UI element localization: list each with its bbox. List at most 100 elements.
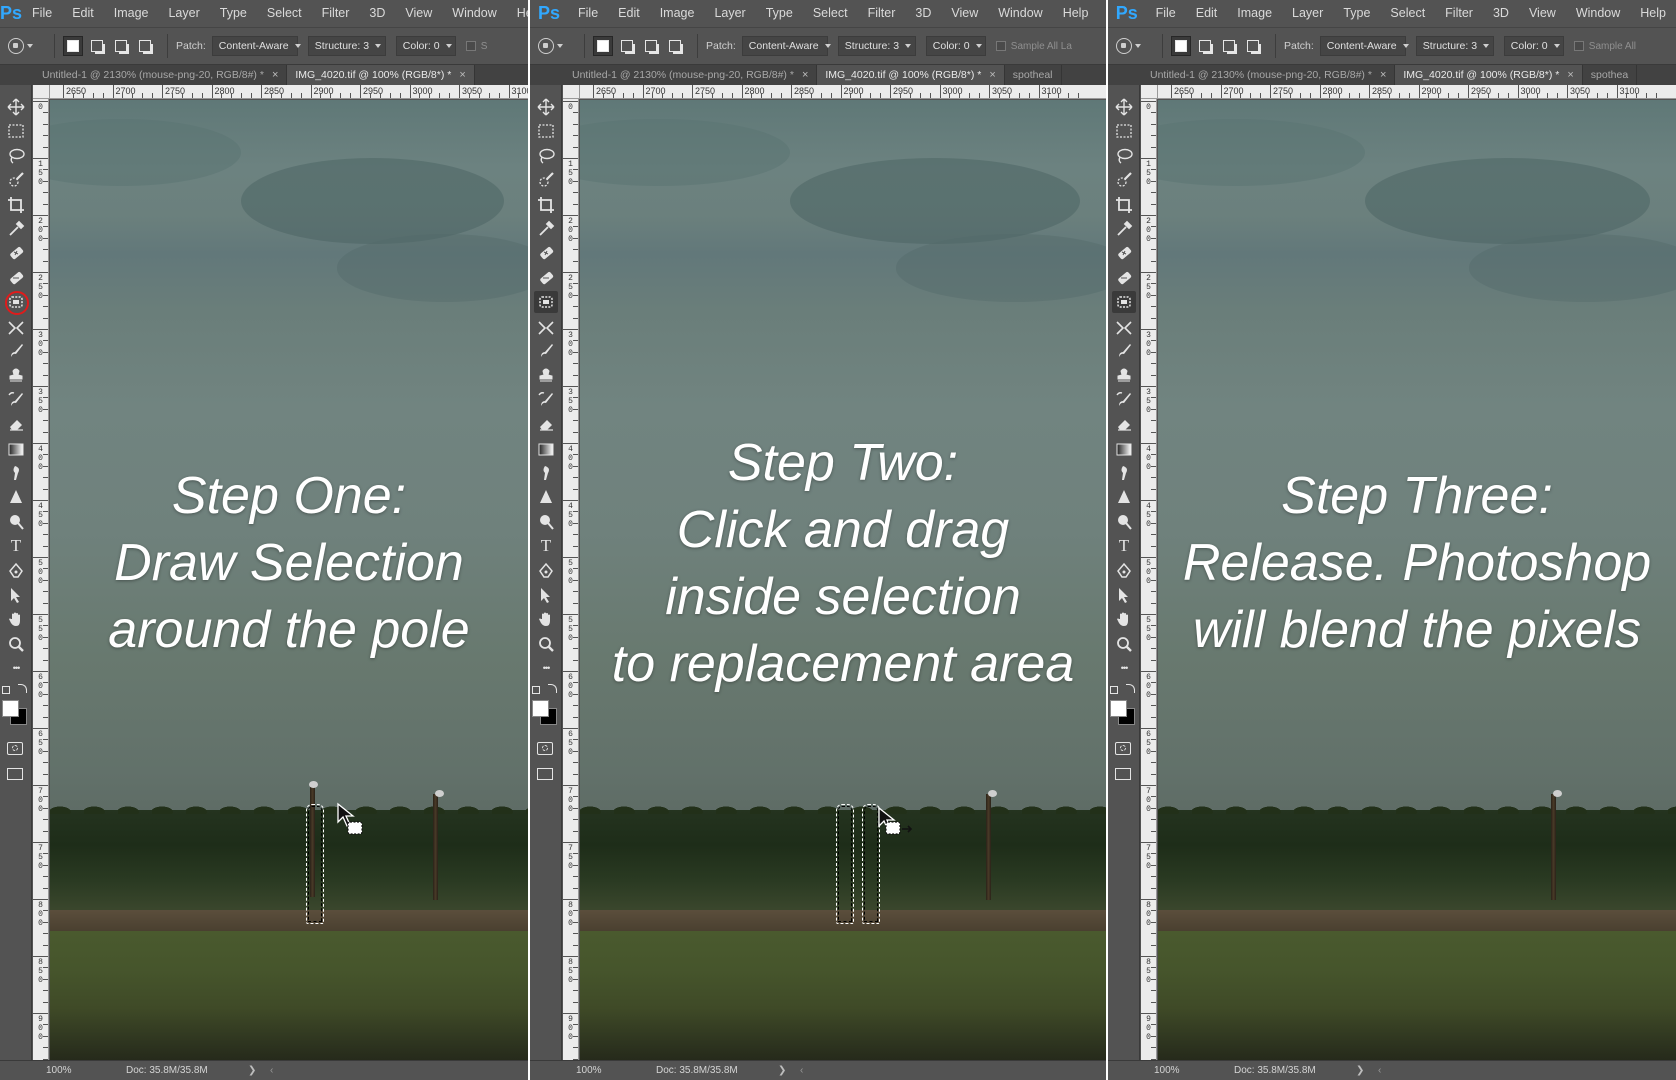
tab-untitled-1[interactable]: Untitled-1 @ 2130% (mouse-png-20, RGB/8#… (1142, 65, 1396, 85)
more-tools-icon[interactable]: ••• (4, 657, 28, 679)
menu-filter[interactable]: Filter (1435, 0, 1483, 27)
menu-type[interactable]: Type (1333, 0, 1380, 27)
eraser-icon[interactable] (1112, 413, 1136, 435)
patch-mode-select[interactable]: Content-Aware (1319, 36, 1409, 56)
ruler-origin[interactable] (33, 85, 50, 99)
menu-edit[interactable]: Edit (1186, 0, 1228, 27)
sample-all-layers-checkbox[interactable] (465, 41, 476, 51)
menu-window[interactable]: Window (1566, 0, 1630, 27)
patch-icon[interactable] (1112, 291, 1136, 314)
screen-mode-icon[interactable] (7, 767, 23, 780)
brush-icon[interactable] (4, 340, 28, 362)
history-brush-icon[interactable] (1112, 389, 1136, 411)
default-colors-icon[interactable] (532, 685, 540, 694)
lasso-icon[interactable] (4, 145, 28, 167)
horizontal-ruler[interactable]: 2650270027502800285029002950300030503100 (50, 85, 528, 99)
vertical-ruler[interactable]: 0 150 200 250 300 350 400 450 500 550 600 650 700 750… (33, 99, 49, 1060)
clone-stamp-icon[interactable] (1112, 364, 1136, 386)
close-icon[interactable]: × (459, 65, 465, 85)
scroll-left-icon[interactable]: ‹ (270, 1065, 273, 1076)
hand-icon[interactable] (534, 608, 558, 630)
menu-help[interactable]: Help (507, 0, 528, 27)
new-selection-button[interactable] (593, 36, 613, 56)
content-aware-move-icon[interactable] (4, 316, 28, 338)
menu-edit[interactable]: Edit (608, 0, 650, 27)
status-menu-arrow-icon[interactable]: ❯ (1356, 1065, 1376, 1076)
structure-select[interactable]: Structure: 3 (1415, 36, 1494, 56)
eraser-icon[interactable] (534, 413, 558, 435)
sharpen-icon[interactable] (4, 486, 28, 508)
tab-spotheal[interactable]: spotheal (1005, 65, 1062, 85)
subtract-from-selection-button[interactable] (641, 36, 661, 56)
scroll-left-icon[interactable]: ‹ (1378, 1065, 1381, 1076)
spot-healing-icon[interactable] (4, 242, 28, 264)
add-to-selection-button[interactable] (617, 36, 637, 56)
vertical-ruler[interactable]: 0 150 200 250 300 350 400 450 500 550 600 650 700 750… (563, 99, 579, 1060)
history-brush-icon[interactable] (4, 389, 28, 411)
color-swatches[interactable] (1108, 699, 1138, 728)
document-canvas[interactable]: Step Two: Click and drag inside selectio… (580, 100, 1106, 1060)
close-icon[interactable]: × (272, 65, 278, 85)
zoom-level[interactable]: 100% (576, 1065, 636, 1076)
type-icon[interactable]: T (4, 535, 28, 557)
clone-stamp-icon[interactable] (4, 364, 28, 386)
menu-window[interactable]: Window (442, 0, 506, 27)
menu-select[interactable]: Select (1380, 0, 1435, 27)
menu-image[interactable]: Image (650, 0, 705, 27)
smudge-icon[interactable] (4, 462, 28, 484)
zoom-icon[interactable] (1112, 633, 1136, 655)
spot-healing-icon[interactable] (1112, 242, 1136, 264)
rect-marquee-icon[interactable] (4, 120, 28, 142)
eyedropper-icon[interactable] (4, 218, 28, 240)
sample-all-layers-checkbox[interactable] (995, 41, 1006, 51)
zoom-icon[interactable] (534, 633, 558, 655)
color-swatches[interactable] (0, 699, 30, 728)
eyedropper-icon[interactable] (534, 218, 558, 240)
screen-mode-icon[interactable] (1115, 767, 1131, 780)
new-selection-button[interactable] (63, 36, 83, 56)
close-icon[interactable]: × (1380, 65, 1386, 85)
patch-mode-select[interactable]: Content-Aware (741, 36, 831, 56)
subtract-from-selection-button[interactable] (1219, 36, 1239, 56)
healing-brush-icon[interactable] (1112, 267, 1136, 289)
structure-select[interactable]: Structure: 3 (307, 36, 386, 56)
move-icon[interactable] (534, 96, 558, 118)
menu-3d[interactable]: 3D (905, 0, 941, 27)
pen-icon[interactable] (1112, 560, 1136, 582)
intersect-selection-button[interactable] (135, 36, 155, 56)
patch-icon[interactable] (534, 291, 558, 314)
tab-spotheal[interactable]: spothea (1583, 65, 1638, 85)
default-colors-icon[interactable] (1110, 685, 1118, 694)
zoom-icon[interactable] (4, 633, 28, 655)
menu-select[interactable]: Select (257, 0, 312, 27)
quick-select-icon[interactable] (4, 169, 28, 191)
menu-layer[interactable]: Layer (158, 0, 209, 27)
subtract-from-selection-button[interactable] (111, 36, 131, 56)
ruler-origin[interactable] (563, 85, 580, 99)
close-icon[interactable]: × (1567, 65, 1573, 85)
content-aware-move-icon[interactable] (534, 316, 558, 338)
rect-marquee-icon[interactable] (534, 120, 558, 142)
eraser-icon[interactable] (4, 413, 28, 435)
menu-file[interactable]: File (1146, 0, 1186, 27)
tab-img-4020[interactable]: IMG_4020.tif @ 100% (RGB/8*) * × (287, 65, 475, 85)
menu-file[interactable]: File (22, 0, 62, 27)
zoom-level[interactable]: 100% (46, 1065, 106, 1076)
swap-colors-icon[interactable] (1126, 683, 1135, 693)
menu-edit[interactable]: Edit (62, 0, 104, 27)
menu-select[interactable]: Select (803, 0, 858, 27)
doc-size[interactable]: Doc: 35.8M/35.8M (656, 1065, 776, 1076)
menu-window[interactable]: Window (988, 0, 1052, 27)
pen-icon[interactable] (534, 560, 558, 582)
horizontal-ruler[interactable]: 2650270027502800285029002950300030503100 (580, 85, 1106, 99)
tab-untitled-1[interactable]: Untitled-1 @ 2130% (mouse-png-20, RGB/8#… (34, 65, 288, 85)
sharpen-icon[interactable] (534, 486, 558, 508)
structure-select[interactable]: Structure: 3 (837, 36, 916, 56)
patch-mode-select[interactable]: Content-Aware (211, 36, 301, 56)
dodge-icon[interactable] (1112, 511, 1136, 533)
hand-icon[interactable] (4, 608, 28, 630)
scroll-left-icon[interactable]: ‹ (800, 1065, 803, 1076)
document-canvas[interactable]: Step Three: Release. Photoshop will blen… (1158, 100, 1676, 1060)
document-canvas[interactable]: Step One: Draw Selection around the pole (50, 100, 528, 1060)
new-selection-button[interactable] (1171, 36, 1191, 56)
